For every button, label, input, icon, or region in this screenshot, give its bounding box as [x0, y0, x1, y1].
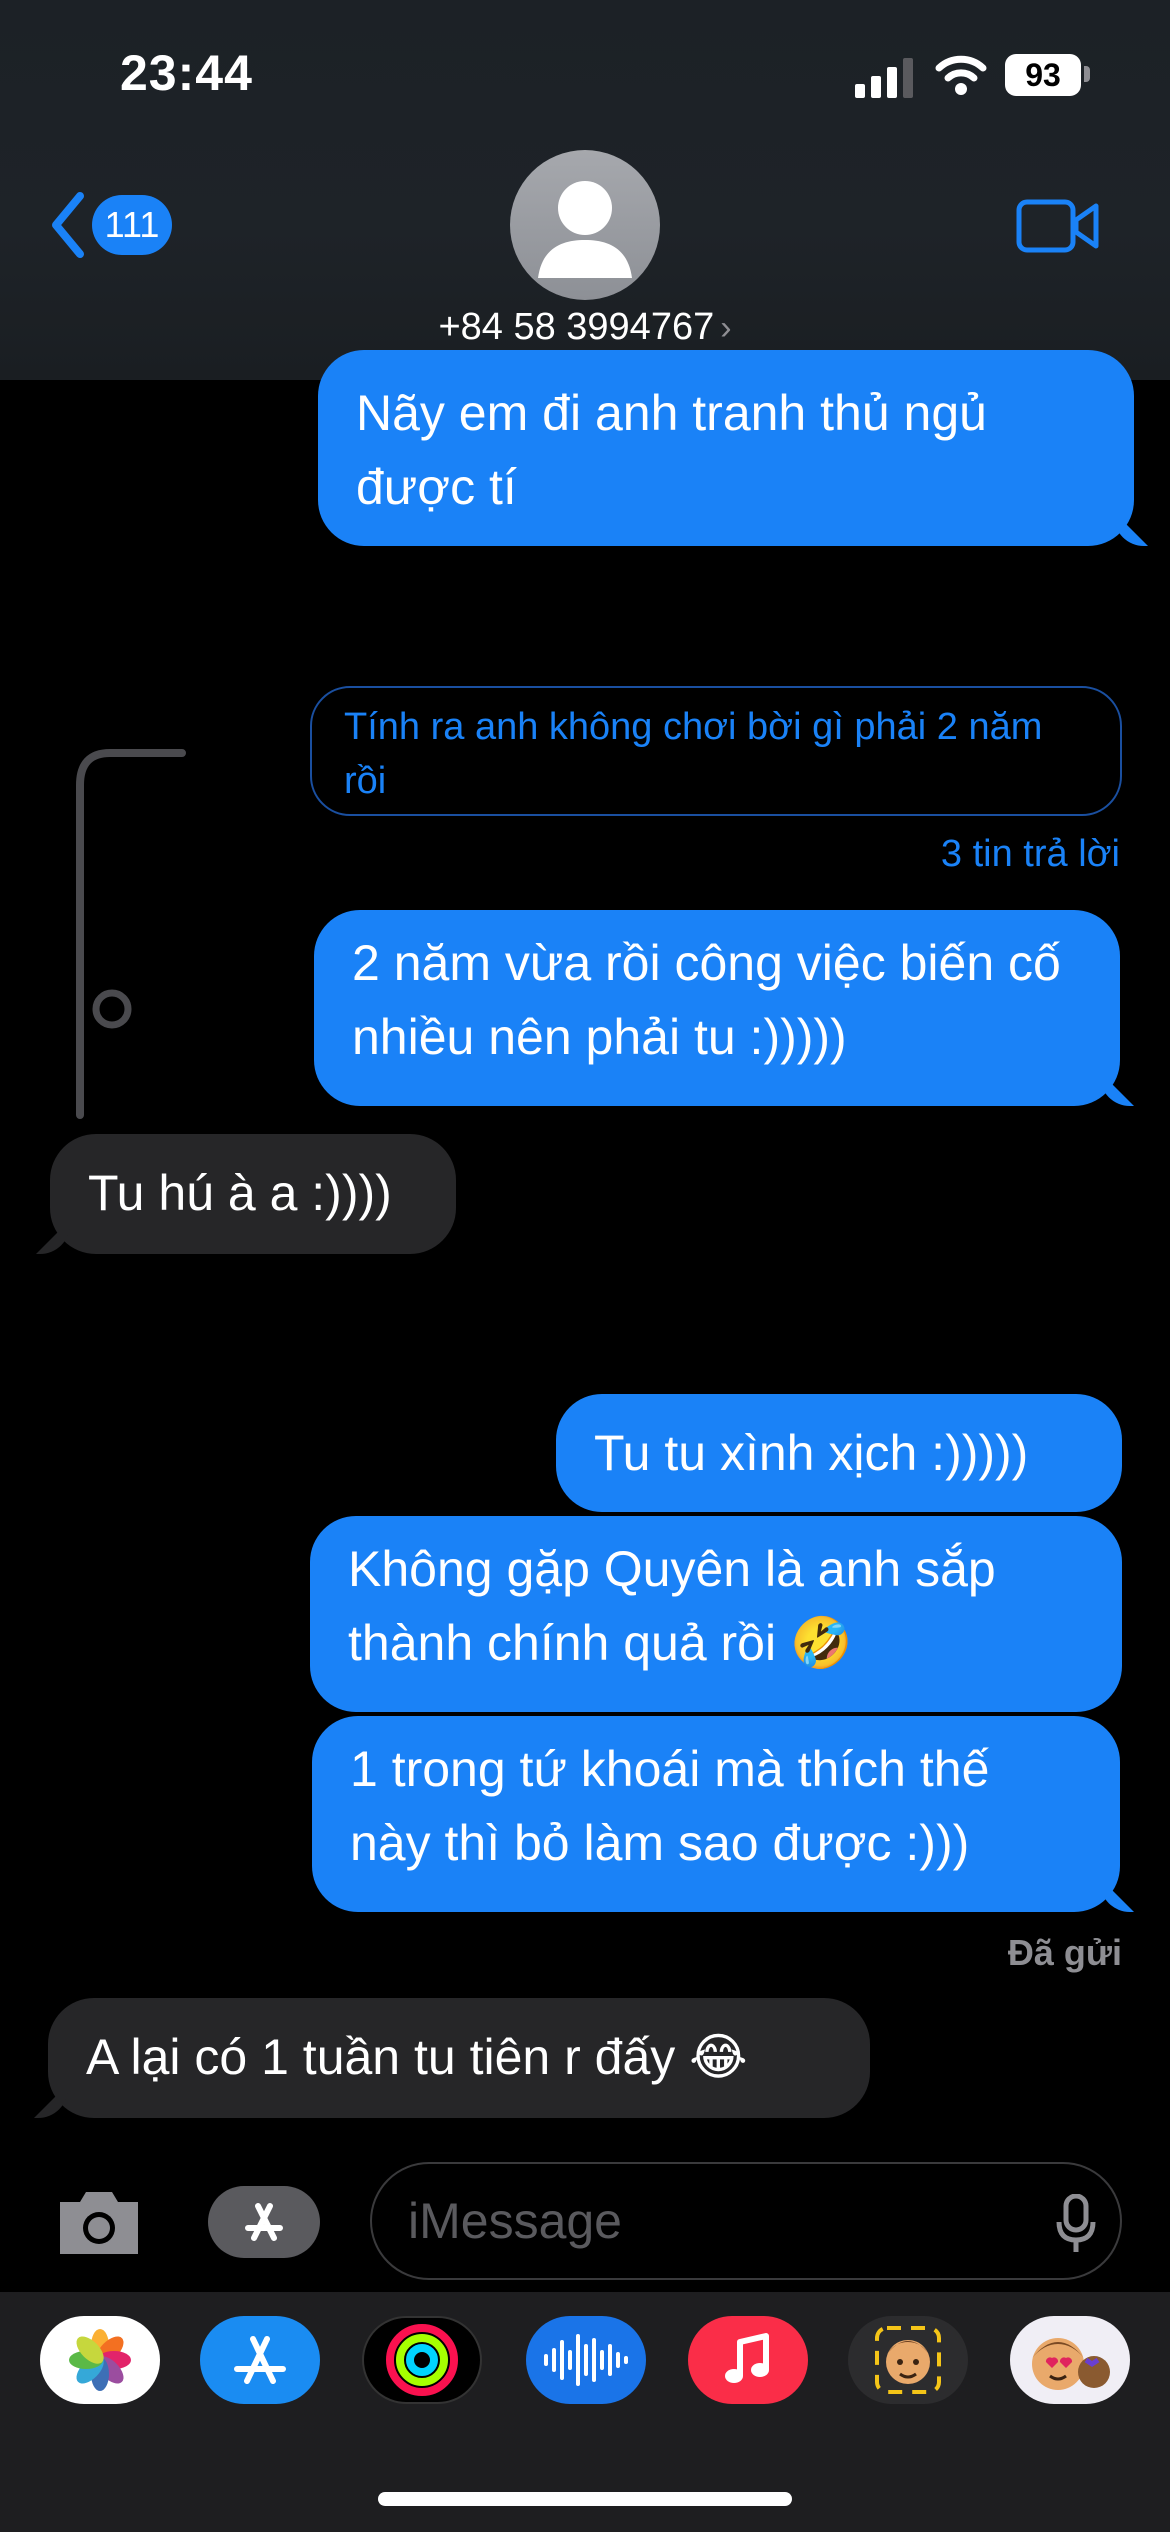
message-bubble-outgoing[interactable]: 2 năm vừa rồi công việc biến cố nhiều nê… [314, 910, 1120, 1106]
imessage-input[interactable]: iMessage [370, 2162, 1122, 2280]
message-bubble-outgoing[interactable]: Tu tu xình xịch :))))) [556, 1394, 1122, 1512]
stickers-app-button[interactable] [1010, 2316, 1130, 2404]
person-icon [538, 181, 632, 278]
app-store-app-button[interactable] [200, 2316, 320, 2404]
message-text: A lại có 1 tuần tu tiên r đấy 😂 [86, 2029, 748, 2085]
quoted-text: Tính ra anh không chơi bời gì phải 2 năm… [344, 706, 1043, 802]
contact-name[interactable]: +84 58 3994767 › [0, 306, 1170, 349]
stickers-icon [1032, 2338, 1110, 2390]
photos-app-button[interactable] [40, 2316, 160, 2404]
chevron-left-icon [52, 192, 84, 258]
message-text: Không gặp Quyên là anh sắp thành chính q… [348, 1541, 996, 1671]
app-store-icon [234, 2336, 286, 2384]
app-store-icon [245, 2203, 283, 2241]
music-app-button[interactable] [688, 2316, 808, 2404]
quoted-reply[interactable]: Tính ra anh không chơi bời gì phải 2 năm… [310, 686, 1122, 816]
home-indicator [378, 2492, 792, 2506]
memoji-icon [875, 2326, 941, 2394]
message-text: Tu hú à a :)))) [88, 1165, 392, 1221]
battery-indicator: 93 [1005, 54, 1081, 96]
message-text: 2 năm vừa rồi công việc biến cố nhiều nê… [352, 935, 1061, 1065]
reply-thread-line [76, 749, 186, 1119]
message-bubble-incoming[interactable]: A lại có 1 tuần tu tiên r đấy 😂 [48, 1998, 870, 2118]
apps-button[interactable] [208, 2186, 320, 2258]
contact-number: +84 58 3994767 [438, 306, 715, 348]
video-call-icon[interactable] [1016, 198, 1100, 254]
status-time: 23:44 [120, 45, 253, 101]
memoji-app-button[interactable] [848, 2316, 968, 2404]
wifi-icon [935, 55, 987, 95]
chevron-right-icon: › [720, 309, 732, 347]
back-button[interactable]: 111 [48, 190, 172, 260]
fitness-icon [386, 2324, 458, 2396]
message-bubble-outgoing[interactable]: Không gặp Quyên là anh sắp thành chính q… [310, 1516, 1122, 1712]
audio-message-icon [544, 2334, 628, 2386]
photos-icon [69, 2329, 131, 2391]
audio-message-app-button[interactable] [526, 2316, 646, 2404]
message-text: Tu tu xình xịch :))))) [594, 1425, 1029, 1481]
unread-count-badge: 111 [92, 195, 172, 255]
message-text: 1 trong tứ khoái mà thích thế này thì bỏ… [350, 1741, 990, 1871]
delivery-status: Đã gửi [1007, 1932, 1122, 1973]
input-placeholder: iMessage [408, 2193, 622, 2249]
contact-avatar[interactable] [510, 150, 660, 300]
music-icon [725, 2333, 769, 2383]
cellular-signal-icon [855, 58, 913, 98]
message-bubble-outgoing[interactable]: 1 trong tứ khoái mà thích thế này thì bỏ… [312, 1716, 1120, 1912]
camera-icon[interactable] [54, 2186, 144, 2258]
message-bubble-outgoing[interactable]: Nãy em đi anh tranh thủ ngủ được tí [318, 350, 1134, 546]
microphone-icon[interactable] [1056, 2194, 1096, 2256]
reply-count-link[interactable]: 3 tin trả lời [941, 833, 1120, 876]
fitness-app-button[interactable] [362, 2316, 482, 2404]
battery-tip [1084, 66, 1090, 82]
message-bubble-incoming[interactable]: Tu hú à a :)))) [50, 1134, 456, 1254]
message-text: Nãy em đi anh tranh thủ ngủ được tí [356, 385, 987, 515]
